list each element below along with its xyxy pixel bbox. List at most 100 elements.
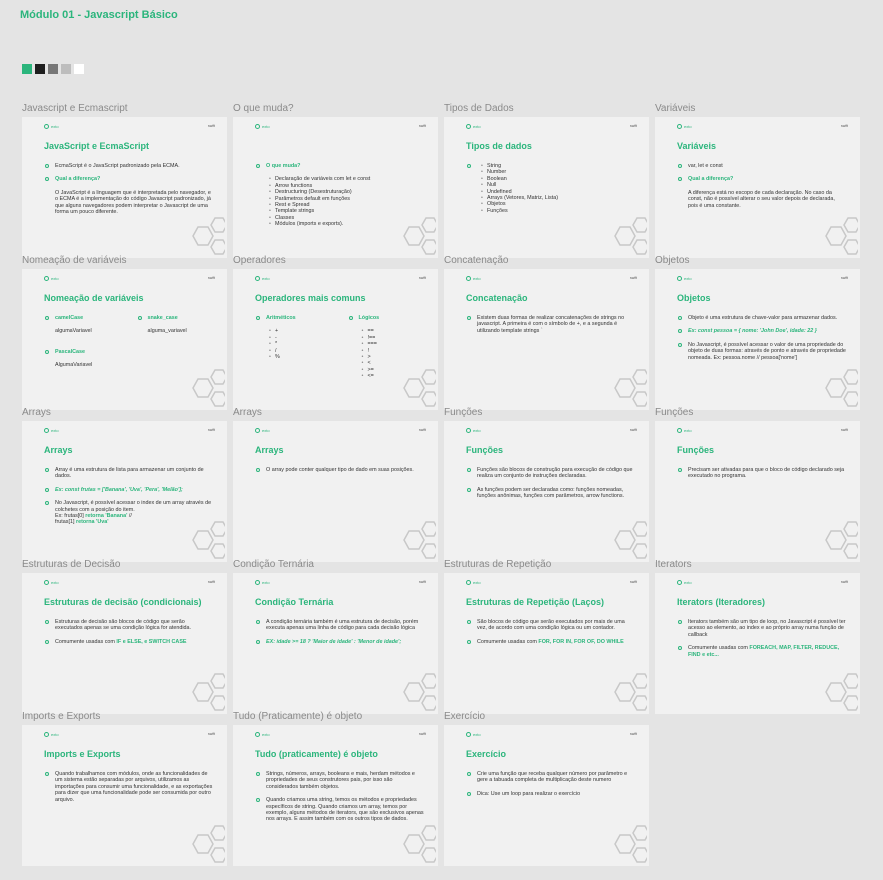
logo-icon xyxy=(44,580,49,585)
hexagon-decoration-icon xyxy=(403,521,436,559)
hexagon-decoration-icon xyxy=(614,673,647,711)
hexagon-decoration-icon xyxy=(614,825,647,863)
logo: exto xyxy=(44,580,59,585)
slide-label[interactable]: Funções xyxy=(444,407,482,418)
slide-label[interactable]: Imports e Exports xyxy=(22,711,100,722)
brand: swift xyxy=(208,428,215,432)
slide-label[interactable]: Condição Ternária xyxy=(233,559,314,570)
brand: swift xyxy=(841,428,848,432)
slide-body: EcmaScript é o JavaScript padronizado pe… xyxy=(44,163,213,221)
slide-thumbnail[interactable]: exto swift Iterators (Iteradores) Iterator… xyxy=(655,573,860,714)
brand: swift xyxy=(841,124,848,128)
bullet: Comumente usadas com IF e ELSE, e SWITCH… xyxy=(44,639,213,645)
bullet: Comumente usadas com FOR, FOR IN, FOR OF… xyxy=(466,639,635,645)
logo: exto xyxy=(677,580,692,585)
slide-thumbnail[interactable]: exto swift Arrays O array pode conter qual… xyxy=(233,421,438,562)
slide-thumbnail[interactable]: exto swift Imports e Exports Quando trabal… xyxy=(22,725,227,866)
paragraph: O JavaScript é a linguagem que é interpr… xyxy=(55,189,211,216)
logo-text: exto xyxy=(51,124,59,129)
logo-text: exto xyxy=(684,124,692,129)
logo: exto xyxy=(44,732,59,737)
text: Comumente usadas com xyxy=(477,638,539,645)
slide-title: Variáveis xyxy=(677,141,717,151)
slide-thumbnail[interactable]: exto swift Tudo (praticamente) é objeto St… xyxy=(233,725,438,866)
slide-label[interactable]: Funções xyxy=(655,407,693,418)
hexagon-decoration-icon xyxy=(825,369,858,407)
swatch-white xyxy=(74,64,84,74)
slide-thumbnail[interactable]: exto swift Exercício Crie uma função que r… xyxy=(444,725,649,866)
logo-icon xyxy=(255,732,260,737)
bullet: StringNumberBooleanNullUndefinedArrays (… xyxy=(466,163,635,215)
logo-text: exto xyxy=(262,124,270,129)
example: alguma_variavel xyxy=(147,328,187,335)
logo-icon xyxy=(44,124,49,129)
hexagon-decoration-icon xyxy=(614,217,647,255)
slide-thumbnail[interactable]: exto swift Concatenação Existem duas forma… xyxy=(444,269,649,410)
logo-icon xyxy=(466,276,471,281)
slide-label[interactable]: Iterators xyxy=(655,559,692,570)
slide-body: camelCase algumaVariavel snake_case algu… xyxy=(44,315,213,375)
slide-label[interactable]: Nomeação de variáveis xyxy=(22,255,127,266)
logo-text: exto xyxy=(51,580,59,585)
slide-thumbnail[interactable]: exto swift Tipos de dados StringNumberBool… xyxy=(444,117,649,258)
slide-label[interactable]: Variáveis xyxy=(655,103,695,114)
logo-text: exto xyxy=(51,428,59,433)
slide-label[interactable]: Tudo (Praticamente) é objeto xyxy=(233,711,362,722)
brand: swift xyxy=(419,276,426,280)
logo-icon xyxy=(466,732,471,737)
slide-label[interactable]: Arrays xyxy=(22,407,51,418)
slide-title: Exercício xyxy=(466,749,507,759)
slide-body: Existem duas formas de realizar concaten… xyxy=(466,315,635,341)
hexagon-decoration-icon xyxy=(192,673,225,711)
logo: exto xyxy=(677,428,692,433)
logo-icon xyxy=(255,276,260,281)
slide-thumbnail[interactable]: exto swift Variáveis var, let e const Qual… xyxy=(655,117,860,258)
slide-thumbnail[interactable]: exto swift Objetos Objeto é uma estrutura … xyxy=(655,269,860,410)
slide-label[interactable]: Exercício xyxy=(444,711,485,722)
slide-body: Strings, números, arrays, booleans e mai… xyxy=(255,771,424,830)
logo-icon xyxy=(255,428,260,433)
slide-label[interactable]: Objetos xyxy=(655,255,689,266)
slide-thumbnail[interactable]: exto swift Estruturas de decisão (condicio… xyxy=(22,573,227,714)
bullet: Objeto é uma estrutura de chave-valor pa… xyxy=(677,315,846,321)
slide-label[interactable]: Javascript e Ecmascript xyxy=(22,103,128,114)
slide-label[interactable]: Estruturas de Decisão xyxy=(22,559,120,570)
logo-text: exto xyxy=(473,580,481,585)
swatch-gray xyxy=(48,64,58,74)
slide-body: Objeto é uma estrutura de chave-valor pa… xyxy=(677,315,846,368)
slide-thumbnail[interactable]: exto swift Nomeação de variáveis camelCase… xyxy=(22,269,227,410)
slide-label[interactable]: Estruturas de Repetição xyxy=(444,559,551,570)
slide-thumbnail[interactable]: exto swift Funções Precisam ser ativadas p… xyxy=(655,421,860,562)
bullet: São blocos de código que serão executado… xyxy=(466,619,635,632)
brand: swift xyxy=(208,124,215,128)
logo-icon xyxy=(466,428,471,433)
slide-body: Quando trabalhamos com módulos, onde as … xyxy=(44,771,213,810)
slide-label[interactable]: O que muda? xyxy=(233,103,294,114)
slide-label[interactable]: Operadores xyxy=(233,255,286,266)
logo-icon xyxy=(44,276,49,281)
hexagon-decoration-icon xyxy=(192,217,225,255)
bullet: Existem duas formas de realizar concaten… xyxy=(466,315,635,334)
slide-thumbnail[interactable]: extoswift O que muda? Declaração de vari… xyxy=(233,117,438,258)
slide-thumbnail[interactable]: exto swift Estruturas de Repetição (Laços)… xyxy=(444,573,649,714)
two-columns: camelCase algumaVariavel snake_case algu… xyxy=(44,315,213,341)
bullet: Comumente usadas com FOREACH, MAP, FILTE… xyxy=(677,645,846,658)
slide-label[interactable]: Concatenação xyxy=(444,255,509,266)
slide-title: Tudo (praticamente) é objeto xyxy=(255,749,378,759)
slide-thumbnail[interactable]: exto swift Operadores mais comuns Aritméti… xyxy=(233,269,438,410)
bullet: Funções são blocos de construção para ex… xyxy=(466,467,635,480)
color-swatches xyxy=(22,64,84,74)
slide-thumbnail[interactable]: exto swift JavaScript e EcmaScript EcmaScr… xyxy=(22,117,227,258)
text: Comumente usadas com xyxy=(688,645,750,652)
logo-icon xyxy=(677,580,682,585)
slide-thumbnail[interactable]: exto swift Funções Funções são blocos de c… xyxy=(444,421,649,562)
logo-text: exto xyxy=(473,124,481,129)
slide-thumbnail[interactable]: exto swift Arrays Array é uma estrutura de… xyxy=(22,421,227,562)
logo: exto xyxy=(255,732,270,737)
slide-label[interactable]: Tipos de Dados xyxy=(444,103,514,114)
logo-icon xyxy=(44,428,49,433)
slide-label[interactable]: Arrays xyxy=(233,407,262,418)
list-item: Funções xyxy=(481,208,635,215)
bullet: Crie uma função que receba qualquer núme… xyxy=(466,771,635,784)
slide-thumbnail[interactable]: exto swift Condição Ternária A condição te… xyxy=(233,573,438,714)
